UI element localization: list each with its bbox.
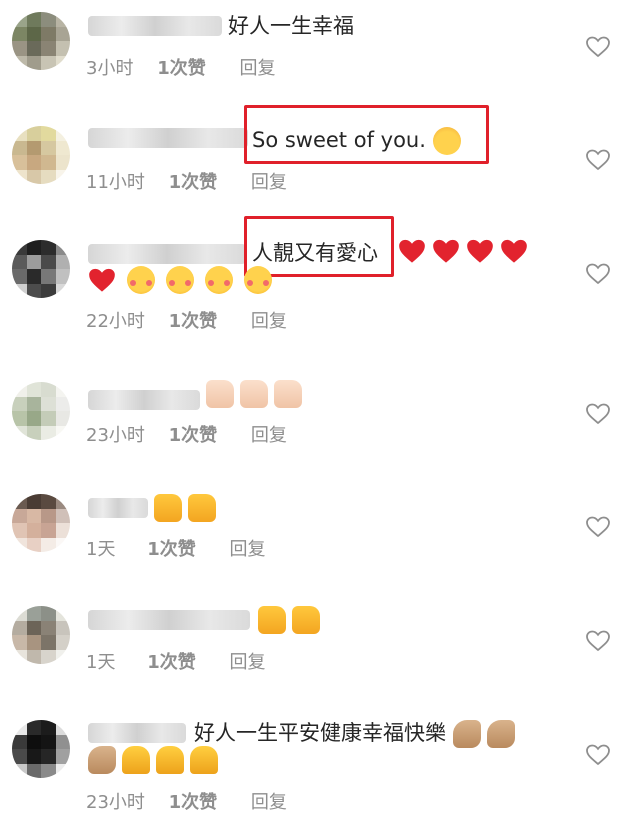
avatar[interactable] (12, 12, 70, 70)
like-count[interactable]: 1次赞 (169, 421, 218, 447)
thumbs-up-emoji-icon (292, 606, 320, 634)
comment-time: 1天 (86, 652, 116, 673)
heart-icon[interactable] (586, 36, 610, 58)
smiling-face-with-hearts-emoji-icon (205, 266, 234, 294)
emoji-row (88, 746, 224, 774)
heart-icon[interactable] (586, 516, 610, 538)
red-heart-emoji-icon (501, 239, 527, 263)
red-heart-emoji-icon (467, 239, 493, 263)
folded-hands-emoji-icon (190, 746, 218, 774)
woman-emoji-icon (432, 127, 461, 155)
comment-text: 好人一生幸福 (228, 14, 354, 38)
smiling-face-with-hearts-emoji-icon (244, 266, 273, 294)
heart-icon[interactable] (586, 744, 610, 766)
comment-meta: 11小时 1次赞 回复 (86, 168, 287, 194)
avatar[interactable] (12, 606, 70, 664)
thumbs-up-emoji-icon (258, 606, 286, 634)
avatar[interactable] (12, 382, 70, 440)
thumbs-up-emoji-icon (206, 380, 234, 408)
smiling-face-with-hearts-emoji-icon (166, 266, 195, 294)
reply-button[interactable]: 回复 (251, 788, 287, 814)
username-blurred[interactable] (88, 16, 222, 36)
folded-hands-emoji-icon (156, 746, 184, 774)
comment-text-content: 好人一生平安健康幸福快樂 (194, 721, 446, 745)
comment-time: 11小时 (86, 172, 145, 193)
avatar[interactable] (12, 720, 70, 778)
comment-meta: 1天 1次赞 回复 (86, 535, 265, 561)
thumbs-up-emoji-icon (188, 494, 216, 522)
comment-meta: 3小时 1次赞 回复 (86, 54, 275, 80)
reply-button[interactable]: 回复 (229, 535, 265, 561)
username-blurred[interactable] (88, 390, 200, 410)
flexed-biceps-emoji-icon (486, 720, 515, 748)
username-blurred[interactable] (88, 610, 250, 630)
like-count[interactable]: 1次赞 (147, 535, 196, 561)
comment-text: 好人一生平安健康幸福快樂 (194, 717, 521, 749)
like-count[interactable]: 1次赞 (147, 648, 196, 674)
comment-meta: 1天 1次赞 回复 (86, 648, 265, 674)
thumbs-up-emoji-icon (154, 494, 182, 522)
emoji-row (258, 606, 326, 634)
avatar[interactable] (12, 240, 70, 298)
red-heart-emoji-icon (399, 239, 425, 263)
heart-icon[interactable] (586, 149, 610, 171)
like-count[interactable]: 1次赞 (169, 788, 218, 814)
thumbs-up-emoji-icon (240, 380, 268, 408)
comment-text-content: So sweet of you. (252, 128, 426, 152)
thumbs-up-emoji-icon (274, 380, 302, 408)
comment-text: 人靚又有愛心 (252, 241, 378, 265)
comment-meta: 23小时 1次赞 回复 (86, 788, 287, 814)
username-blurred[interactable] (88, 498, 148, 518)
like-count[interactable]: 1次赞 (169, 168, 218, 194)
folded-hands-emoji-icon (122, 746, 150, 774)
heart-icon[interactable] (586, 630, 610, 652)
smiling-face-with-hearts-emoji-icon (127, 266, 156, 294)
emoji-row (206, 380, 308, 408)
heart-icon[interactable] (586, 263, 610, 285)
comment-meta: 23小时 1次赞 回复 (86, 421, 287, 447)
username-blurred[interactable] (88, 128, 248, 148)
reply-button[interactable]: 回复 (251, 421, 287, 447)
reply-button[interactable]: 回复 (239, 54, 275, 80)
username-blurred[interactable] (88, 244, 246, 264)
avatar[interactable] (12, 126, 70, 184)
comment-time: 23小时 (86, 425, 145, 446)
username-blurred[interactable] (88, 723, 186, 743)
heart-emoji-row (398, 238, 534, 264)
avatar[interactable] (12, 494, 70, 552)
flexed-biceps-emoji-icon (88, 746, 116, 774)
reply-button[interactable]: 回复 (251, 168, 287, 194)
red-heart-emoji-icon (89, 268, 115, 292)
heart-icon[interactable] (586, 403, 610, 425)
flexed-biceps-emoji-icon (452, 720, 481, 748)
like-count[interactable]: 1次赞 (169, 307, 218, 333)
comment-time: 1天 (86, 539, 116, 560)
comment-time: 23小时 (86, 792, 145, 813)
emoji-row (88, 266, 278, 294)
reply-button[interactable]: 回复 (251, 307, 287, 333)
emoji-row (154, 494, 222, 522)
comment-meta: 22小时 1次赞 回复 (86, 307, 287, 333)
comment-time: 22小时 (86, 311, 145, 332)
comment-time: 3小时 (86, 58, 134, 79)
reply-button[interactable]: 回复 (229, 648, 265, 674)
like-count[interactable]: 1次赞 (157, 54, 206, 80)
comment-text: So sweet of you. (252, 124, 467, 156)
red-heart-emoji-icon (433, 239, 459, 263)
